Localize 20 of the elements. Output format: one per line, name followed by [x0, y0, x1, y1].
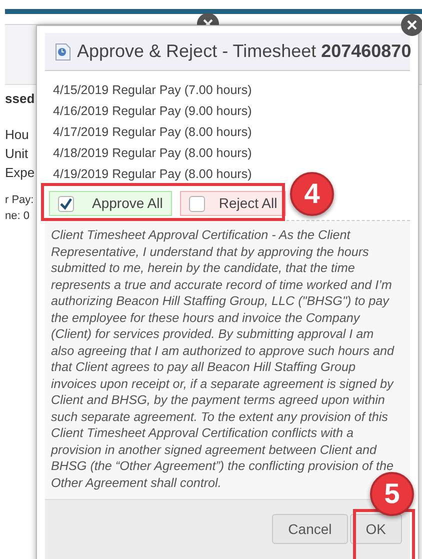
- timesheet-entry: 4/17/2019 Regular Pay (8.00 hours): [53, 124, 253, 141]
- ok-button[interactable]: OK: [350, 514, 402, 544]
- checked-checkbox[interactable]: [58, 196, 74, 212]
- cancel-button[interactable]: Cancel: [272, 514, 348, 544]
- timesheet-entry: 4/16/2019 Regular Pay (9.00 hours): [53, 103, 253, 120]
- job-title-text: Unit: [5, 144, 30, 162]
- detail-text: ne: 0: [5, 208, 30, 224]
- approve-all-option[interactable]: Approve All: [49, 191, 172, 216]
- dialog-title: Approve & Reject - Timesheet 207460870: [77, 40, 412, 63]
- job-title-text: Expe: [5, 164, 35, 182]
- timesheet-entry: 4/18/2019 Regular Pay (8.00 hours): [53, 145, 253, 162]
- timesheet-icon: [55, 42, 71, 60]
- timesheet-entry: 4/15/2019 Regular Pay (7.00 hours): [53, 82, 253, 99]
- detail-text: r Pay:: [5, 192, 35, 208]
- job-title-text: Hou: [5, 126, 30, 144]
- timesheet-entry: 4/19/2019 Regular Pay (8.00 hours): [53, 166, 253, 183]
- section-heading: ssed: [5, 90, 35, 108]
- reject-all-option[interactable]: Reject All: [180, 191, 286, 216]
- checkbox[interactable]: [188, 196, 205, 212]
- close-icon[interactable]: [401, 14, 422, 36]
